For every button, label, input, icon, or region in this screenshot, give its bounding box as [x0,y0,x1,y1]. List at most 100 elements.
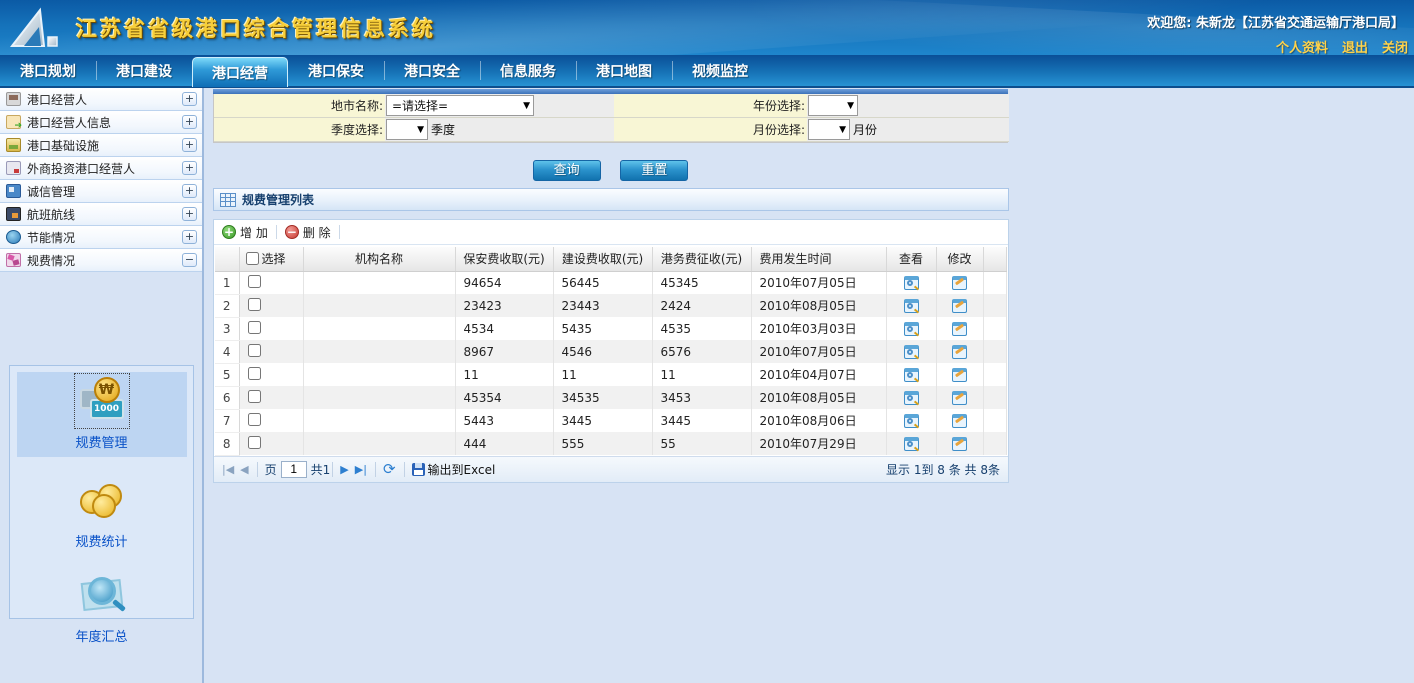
row-checkbox[interactable] [248,367,261,380]
tab-port-security[interactable]: 港口保安 [288,55,384,86]
edit-button[interactable] [936,294,983,317]
reset-button[interactable]: 重置 [620,160,688,181]
year-label: 年份选择: [614,94,807,118]
submenu-item-fee-statistics[interactable]: 规费统计 [17,471,187,556]
edit-button[interactable] [936,409,983,432]
prev-page-icon[interactable]: ◀ [240,463,248,476]
card-icon [6,92,21,106]
main-nav: 港口规划 港口建设 港口经营 港口保安 港口安全 信息服务 港口地图 视频监控 [0,55,1414,88]
view-button[interactable] [886,409,936,432]
expand-icon[interactable]: + [182,138,197,152]
expand-icon[interactable]: + [182,230,197,244]
view-button[interactable] [886,271,936,294]
view-button[interactable] [886,432,936,455]
route-icon [6,207,21,221]
collapse-icon[interactable]: − [182,253,197,267]
row-checkbox[interactable] [248,436,261,449]
edit-button[interactable] [936,340,983,363]
col-edit: 修改 [936,247,983,271]
expand-icon[interactable]: + [182,184,197,198]
sidebar-item-credit-management[interactable]: 诚信管理 + [0,180,202,203]
record-summary: 显示 1到 8 条 共 8条 [886,461,1000,478]
submenu-item-annual-summary[interactable]: 年度汇总 [17,566,187,651]
infrastructure-icon [6,138,21,152]
welcome-text: 欢迎您: 朱新龙【江苏省交通运输厅港口局】 [1147,12,1404,31]
table-icon [220,193,236,207]
view-button[interactable] [886,363,936,386]
row-checkbox[interactable] [248,275,261,288]
close-link[interactable]: 关闭 [1382,41,1408,55]
globe-icon [6,230,21,244]
expand-icon[interactable]: + [182,207,197,221]
sidebar-item-energy-saving[interactable]: 节能情况 + [0,226,202,249]
last-page-icon[interactable]: ▶| [355,463,367,476]
edit-button[interactable] [936,386,983,409]
edit-button[interactable] [936,317,983,340]
expand-icon[interactable]: + [182,92,197,106]
panel-title-bar: 规费管理列表 [213,188,1009,211]
delete-button[interactable]: − 删 除 [285,224,331,241]
city-select[interactable]: =请选择= ▼ [386,95,534,116]
tab-port-map[interactable]: 港口地图 [576,55,672,86]
export-excel-button[interactable]: 输出到Excel [412,461,496,478]
view-button[interactable] [886,317,936,340]
city-label: 地市名称: [214,94,385,118]
tab-information-service[interactable]: 信息服务 [480,55,576,86]
add-button[interactable]: + 增 加 [222,224,268,241]
col-view: 查看 [886,247,936,271]
month-select[interactable]: ▼ [808,119,850,140]
view-button[interactable] [886,294,936,317]
tab-port-operation[interactable]: 港口经营 [192,57,288,87]
edit-button[interactable] [936,432,983,455]
logout-link[interactable]: 退出 [1342,41,1368,55]
blocks-icon [6,184,21,198]
tab-port-safety[interactable]: 港口安全 [384,55,480,86]
quarter-select[interactable]: ▼ [386,119,428,140]
fee-management-icon: 1000₩ [78,377,126,425]
table-row: 8 444 555 55 2010年07月29日 [215,432,1007,455]
book-icon [6,161,21,175]
sidebar-item-fee-status[interactable]: 规费情况 − [0,249,202,272]
edit-button[interactable] [936,363,983,386]
sidebar-item-foreign-investment[interactable]: 外商投资港口经营人 + [0,157,202,180]
main-content: 地市名称: =请选择= ▼ 年份选择: ▼ 季度选择: ▼ [207,88,1414,683]
col-security-fee: 保安费收取(元) [455,247,553,271]
fee-icon [6,253,21,267]
edit-button[interactable] [936,271,983,294]
next-page-icon[interactable]: ▶ [340,463,348,476]
row-checkbox[interactable] [248,344,261,357]
refresh-icon[interactable]: ⟳ [383,460,396,478]
row-checkbox[interactable] [248,321,261,334]
expand-icon[interactable]: + [182,161,197,175]
month-label: 月份选择: [614,118,807,142]
row-checkbox[interactable] [248,390,261,403]
total-pages: 共1 [311,461,331,478]
sidebar-item-port-operator[interactable]: 港口经营人 + [0,88,202,111]
annual-summary-icon [78,571,126,619]
first-page-icon[interactable]: |◀ [222,463,234,476]
tab-video-monitor[interactable]: 视频监控 [672,55,768,86]
chevron-down-icon: ▼ [523,101,530,111]
submenu-item-fee-management[interactable]: 1000₩ 规费管理 [17,372,187,457]
minus-icon: − [285,225,299,239]
page-label: 页 [265,461,277,478]
pagination-bar: |◀ ◀ 页 共1 ▶ ▶| ⟳ 输出到Excel 显示 1到 8 条 共 8条 [214,456,1008,482]
tab-port-construction[interactable]: 港口建设 [96,55,192,86]
profile-link[interactable]: 个人资料 [1276,41,1328,55]
row-checkbox[interactable] [248,413,261,426]
quarter-label: 季度选择: [214,118,385,142]
year-select[interactable]: ▼ [808,95,858,116]
expand-icon[interactable]: + [182,115,197,129]
page-input[interactable] [281,461,307,478]
sidebar-item-flight-route[interactable]: 航班航线 + [0,203,202,226]
row-checkbox[interactable] [248,298,261,311]
sidebar-item-infrastructure[interactable]: 港口基础设施 + [0,134,202,157]
chevron-down-icon: ▼ [847,101,854,111]
query-button[interactable]: 查询 [533,160,601,181]
select-all-checkbox[interactable] [246,252,259,265]
view-button[interactable] [886,386,936,409]
tab-port-planning[interactable]: 港口规划 [0,55,96,86]
col-date: 费用发生时间 [751,247,886,271]
view-button[interactable] [886,340,936,363]
sidebar-item-operator-info[interactable]: 港口经营人信息 + [0,111,202,134]
